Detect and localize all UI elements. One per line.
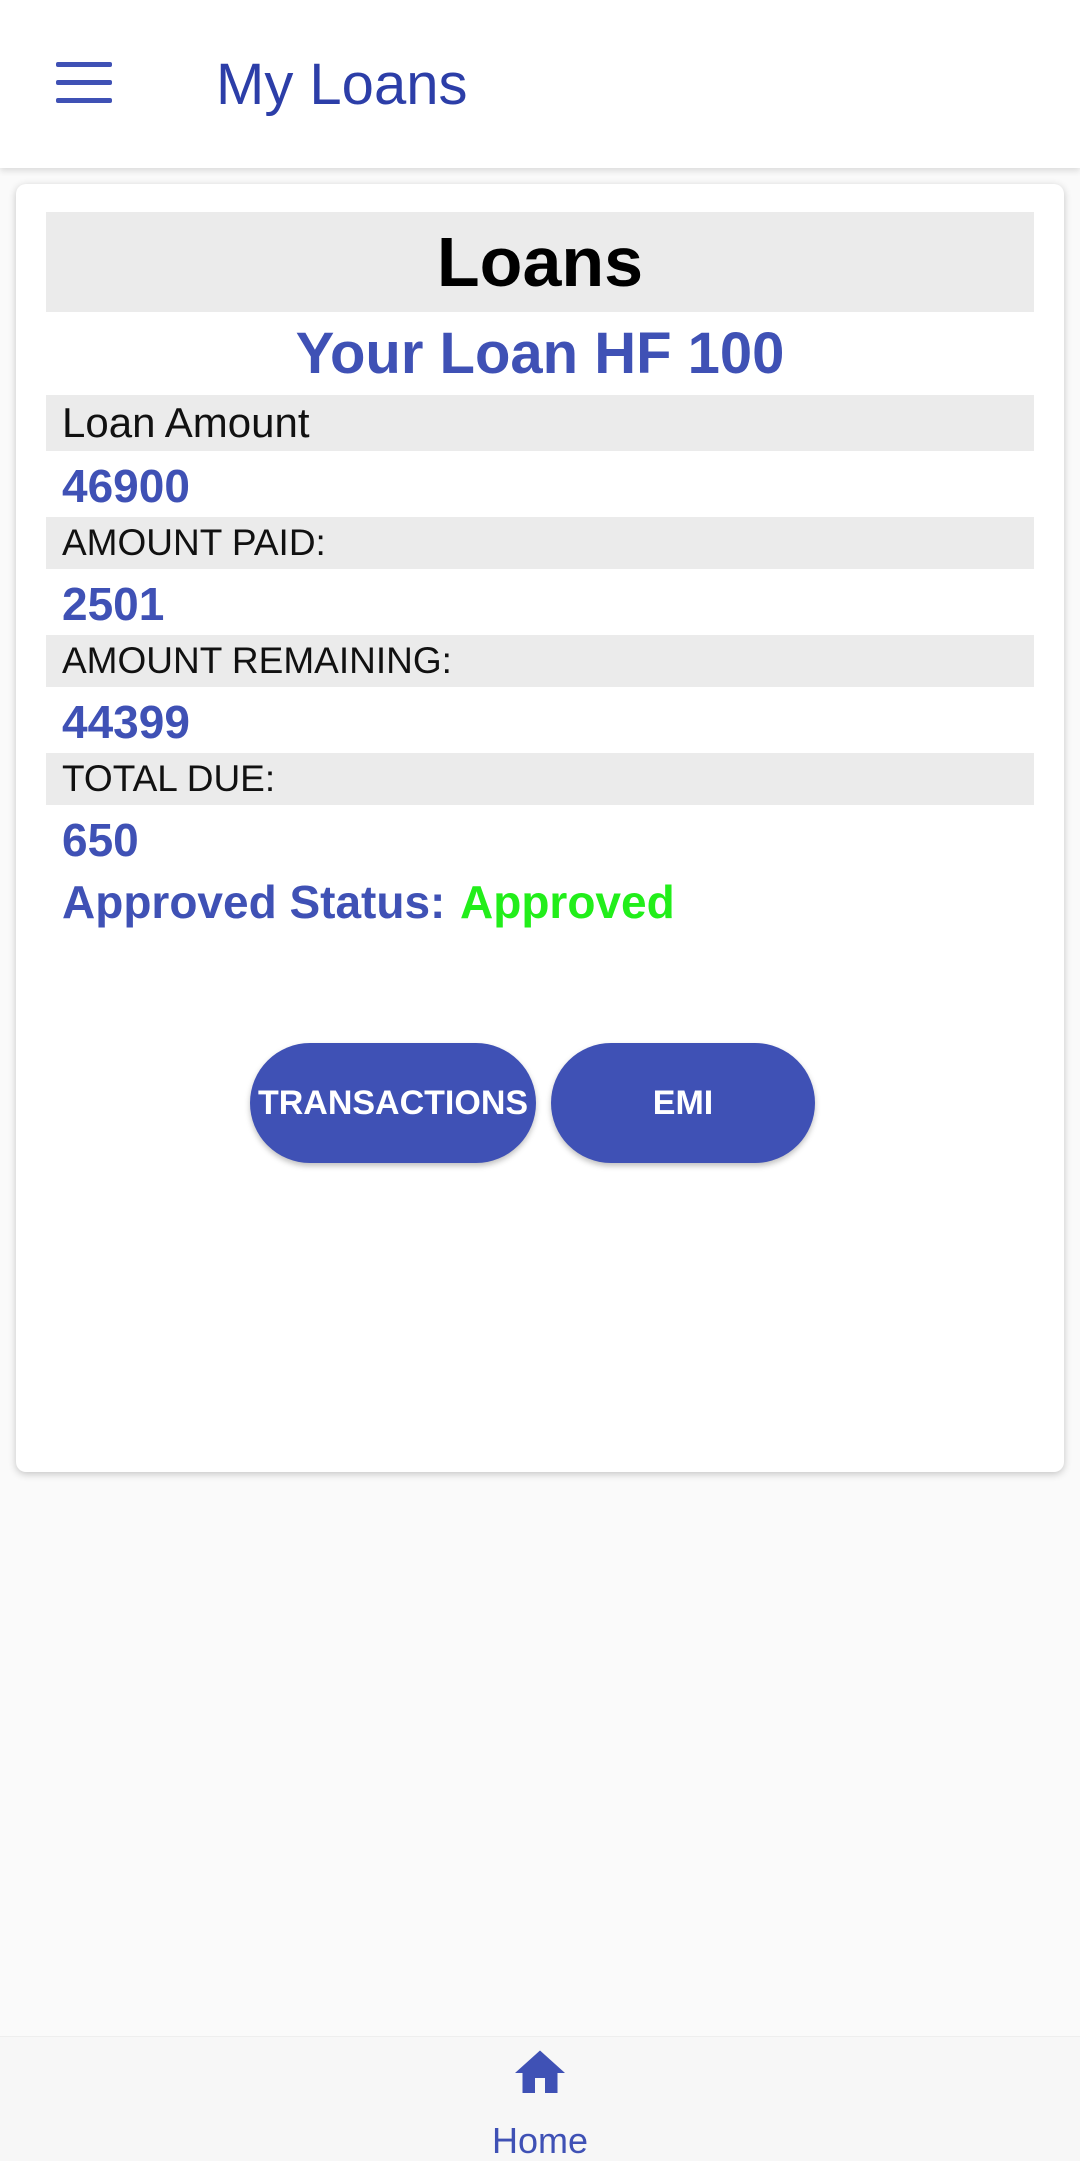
amount-paid-value: 2501 (62, 578, 165, 630)
loan-name: Your Loan HF 100 (295, 321, 785, 386)
emi-button[interactable]: EMI (551, 1043, 815, 1163)
amount-remaining-label: AMOUNT REMAINING: (46, 635, 1034, 687)
app-title: My Loans (216, 52, 468, 117)
amount-paid-label: AMOUNT PAID: (46, 517, 1034, 569)
total-due-value: 650 (62, 814, 139, 866)
nav-item-label: Home (491, 2120, 589, 2161)
loan-card: Loans Your Loan HF 100 Loan Amount 46900… (16, 184, 1064, 1472)
hamburger-menu-icon[interactable] (56, 62, 112, 104)
total-due-label: TOTAL DUE: (46, 753, 1034, 805)
approved-status-label: Approved Status: (62, 876, 446, 928)
bottom-navigation: Home (0, 2036, 1080, 2161)
app-bar: My Loans (0, 0, 1080, 168)
transactions-button[interactable]: TRANSACTIONS (250, 1043, 536, 1163)
home-icon (515, 2050, 565, 2093)
nav-item-home[interactable]: Home (440, 2037, 640, 2161)
approved-status-value: Approved (460, 876, 675, 928)
loan-amount-value: 46900 (62, 460, 190, 512)
loan-amount-label: Loan Amount (46, 395, 1034, 451)
amount-remaining-value: 44399 (62, 696, 190, 748)
card-header: Loans (46, 212, 1034, 312)
